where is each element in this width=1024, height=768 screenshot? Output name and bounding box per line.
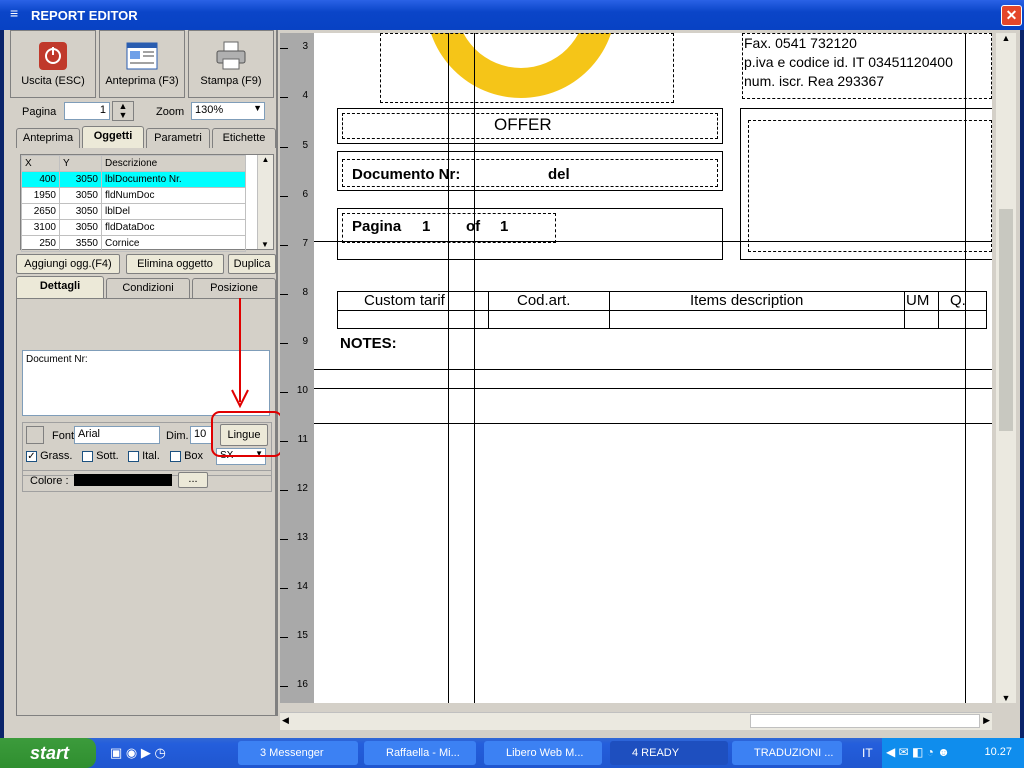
- col-q[interactable]: Q.: [950, 292, 966, 309]
- ruler-tick: 14: [280, 581, 314, 595]
- offer-title[interactable]: OFFER: [494, 115, 552, 135]
- pagina-label[interactable]: Pagina: [352, 218, 401, 235]
- ruler-tick: 13: [280, 532, 314, 546]
- ruler-tick: 5: [280, 140, 314, 154]
- guide-line: [314, 423, 992, 424]
- col-custom-tarif[interactable]: Custom tarif: [364, 292, 445, 309]
- col-divider: [609, 291, 610, 329]
- task-libero[interactable]: Libero Web M...: [484, 741, 602, 765]
- annotation-arrow: [211, 298, 283, 457]
- logo-frame[interactable]: [380, 33, 674, 103]
- col-divider: [904, 291, 905, 329]
- ruler-tick: 8: [280, 287, 314, 301]
- task-raffaella[interactable]: Raffaella - Mi...: [364, 741, 476, 765]
- system-tray: ◀ ✉ ◧ ◔ ☻ 10.27: [882, 738, 1024, 768]
- ruler-tick: 10: [280, 385, 314, 399]
- ruler-tick: 7: [280, 238, 314, 252]
- col-divider: [488, 291, 489, 329]
- color-label: Colore :: [30, 475, 69, 487]
- color-swatch: [74, 474, 172, 486]
- scroll-up-icon[interactable]: ▲: [996, 33, 1016, 43]
- page-total[interactable]: 1: [500, 218, 508, 235]
- quicklaunch-icons[interactable]: ▣ ◉ ▶ ◷: [110, 745, 166, 761]
- scroll-down-icon[interactable]: ▼: [996, 693, 1016, 703]
- col-items-description[interactable]: Items description: [690, 292, 803, 309]
- report-canvas[interactable]: 3 4 5 6 7 8 9 10 11 12 13 14 15 16 Fax. …: [280, 33, 992, 703]
- col-divider: [938, 291, 939, 329]
- task-traduzioni[interactable]: TRADUZIONI ...: [732, 741, 842, 765]
- window-title: REPORT EDITOR: [31, 8, 138, 23]
- scroll-left-icon[interactable]: ◀: [282, 715, 289, 726]
- document-label[interactable]: Documento Nr:: [352, 166, 460, 183]
- left-panel: Uscita (ESC) Anteprima (F3) Stampa (F9) …: [10, 30, 283, 716]
- scroll-thumb[interactable]: [999, 209, 1013, 431]
- guide-line: [474, 33, 475, 703]
- vertical-scrollbar[interactable]: ▲ ▼: [996, 33, 1016, 703]
- horizontal-scrollbar[interactable]: ◀ ▶: [280, 712, 992, 730]
- ruler-tick: 15: [280, 630, 314, 644]
- app-window: ≡ REPORT EDITOR ✕ Uscita (ESC) Anteprima…: [0, 0, 1024, 738]
- ruler-tick: 4: [280, 90, 314, 104]
- del-label[interactable]: del: [548, 166, 570, 183]
- guide-line: [314, 388, 992, 389]
- ruler-tick: 3: [280, 41, 314, 55]
- notes-label[interactable]: NOTES:: [340, 335, 397, 352]
- title-bar: ≡ REPORT EDITOR ✕: [0, 0, 1024, 30]
- ruler-tick: 11: [280, 434, 314, 448]
- taskbar: start ▣ ◉ ▶ ◷ 3 Messenger Raffaella - Mi…: [0, 738, 1024, 768]
- clock: 10.27: [984, 746, 1012, 758]
- system-menu-icon[interactable]: ≡: [10, 6, 24, 20]
- start-button[interactable]: start: [0, 738, 96, 768]
- client-area: Uscita (ESC) Anteprima (F3) Stampa (F9) …: [4, 30, 1020, 738]
- ruler-tick: 12: [280, 483, 314, 497]
- col-um[interactable]: UM: [906, 292, 929, 309]
- ruler-tick: 9: [280, 336, 314, 350]
- task-messenger[interactable]: 3 Messenger: [238, 741, 358, 765]
- col-cod-art[interactable]: Cod.art.: [517, 292, 570, 309]
- task-ready[interactable]: 4 READY: [610, 741, 728, 765]
- page-number[interactable]: 1: [422, 218, 430, 235]
- ruler-tick: 6: [280, 189, 314, 203]
- close-button[interactable]: ✕: [1001, 5, 1022, 26]
- guide-line: [314, 369, 992, 370]
- tray-icons[interactable]: ◀ ✉ ◧ ◔ ☻: [886, 745, 950, 759]
- start-label: start: [30, 743, 70, 763]
- guide-line: [448, 33, 449, 703]
- color-picker-button[interactable]: ...: [178, 472, 208, 488]
- company-info-frame: [742, 33, 992, 99]
- guide-line: [314, 241, 992, 242]
- address-field[interactable]: [748, 120, 992, 252]
- ruler-tick: 16: [280, 679, 314, 693]
- vertical-ruler: 3 4 5 6 7 8 9 10 11 12 13 14 15 16: [280, 33, 314, 703]
- guide-line: [965, 33, 966, 703]
- scroll-right-icon[interactable]: ▶: [983, 715, 990, 726]
- language-indicator[interactable]: IT: [862, 746, 873, 760]
- scroll-thumb[interactable]: [750, 714, 980, 728]
